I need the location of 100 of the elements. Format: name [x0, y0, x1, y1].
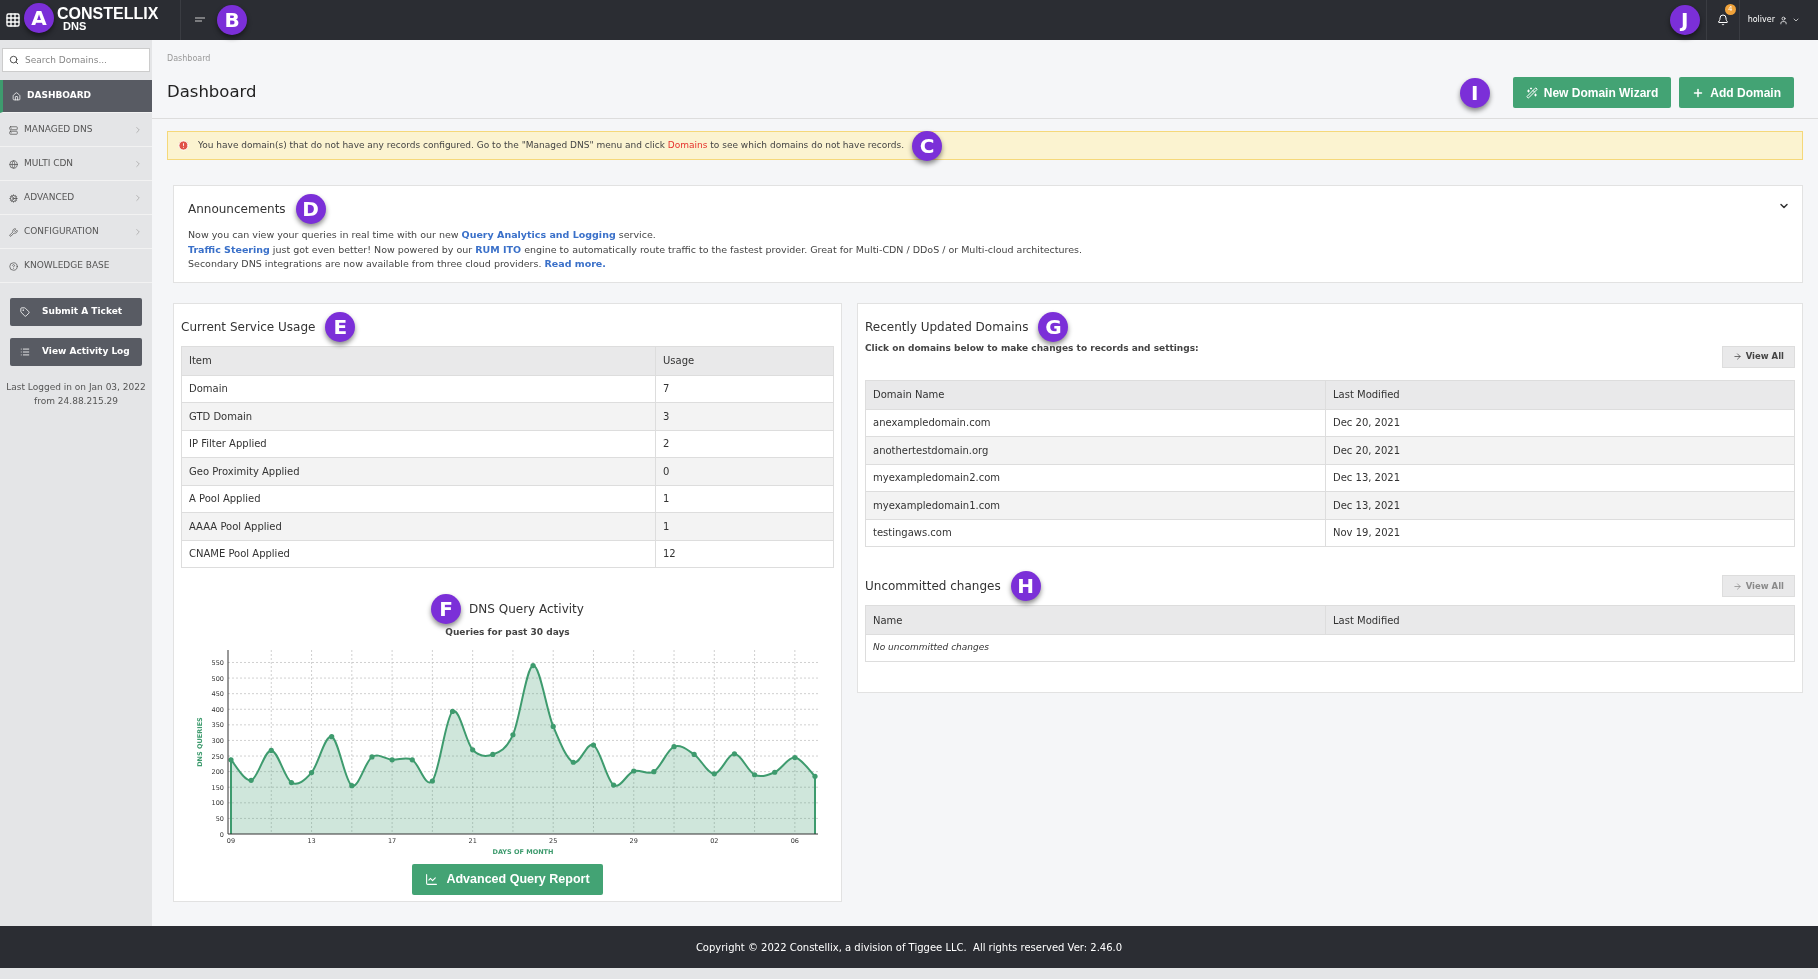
data-point — [308, 769, 314, 775]
column-header: Last Modified — [1325, 605, 1795, 635]
data-point — [630, 767, 636, 774]
data-point — [348, 782, 354, 788]
announcement-text: Now you can view your queries in real time with our new Query Analytics and Logging service. — [188, 228, 657, 242]
sidebar-item[interactable]: DASHBOARD — [0, 80, 152, 113]
data-point — [791, 754, 797, 760]
callout-badge: D — [295, 194, 326, 224]
search-field[interactable]: Search Domains... — [2, 48, 150, 72]
table-cell: anexampledomain.com — [865, 409, 1326, 437]
data-point — [811, 773, 818, 779]
callout-badge: A — [24, 3, 54, 33]
table-cell: GTD Domain — [181, 402, 656, 430]
menu-item-icon — [12, 91, 21, 101]
data-point — [771, 769, 777, 775]
data-point — [711, 770, 717, 776]
table-cell: 2 — [655, 430, 834, 458]
data-point — [529, 662, 536, 668]
announcement-text: Traffic Steering just got even better! Now powered by our RUM ITO engine to automatically route traffic to the fastest provider. Great for Multi-CDN / DDoS / or Multi-cloud architectures. — [188, 242, 1083, 257]
card-title: Uncommitted changes — [865, 578, 1001, 595]
data-point — [429, 777, 435, 784]
table-cell: Dec 13, 2021 — [1325, 491, 1795, 519]
column-header: Last Modified — [1325, 380, 1795, 409]
table-cell: testingaws.com — [865, 519, 1326, 547]
callout-badge: I — [1459, 77, 1490, 108]
table-cell: myexampledomain1.com — [865, 491, 1326, 519]
card-subtitle: Click on domains below to make changes to records and settings: — [865, 341, 1199, 355]
card-title: Announcements — [188, 201, 286, 218]
sidebar-button[interactable]: View Activity Log — [10, 338, 142, 366]
chevron-icon — [133, 159, 143, 169]
callout-badge: J — [1669, 5, 1700, 35]
column-header: Item — [181, 346, 656, 375]
data-point — [509, 731, 516, 737]
table-cell: Domain — [181, 375, 656, 403]
plus-icon — [1692, 86, 1705, 99]
announcement-text: Secondary DNS integrations are now available from three cloud providers. Read more. — [188, 257, 607, 271]
data-point — [469, 746, 475, 752]
domains-link[interactable]: Domains — [667, 139, 708, 150]
bell-icon[interactable] — [1716, 14, 1729, 26]
copyright-text: Copyright © 2022 Constellix, a division of Tiggee LLC. All rights reserved Ver: 2.46.0 — [695, 940, 1123, 955]
chevron-icon — [133, 227, 143, 237]
data-point — [328, 733, 334, 739]
data-point — [248, 777, 254, 783]
callout-badge: C — [912, 130, 943, 161]
table-cell: Nov 19, 2021 — [1325, 519, 1795, 547]
data-point — [449, 708, 455, 714]
callout-badge: G — [1038, 311, 1069, 342]
chevron-icon — [133, 125, 143, 135]
logo-subtext: DNS — [63, 20, 88, 33]
menu-item-icon — [9, 125, 18, 135]
data-point — [389, 756, 395, 762]
data-point — [550, 723, 556, 729]
link[interactable]: Traffic Steering — [188, 243, 270, 255]
link[interactable]: RUM ITO — [475, 243, 522, 255]
user-icon — [1779, 15, 1788, 25]
link[interactable]: Query Analytics and Logging — [461, 229, 616, 240]
data-point — [368, 753, 375, 760]
sidebar-button[interactable]: Submit A Ticket — [10, 298, 142, 326]
table-cell: 12 — [655, 540, 834, 568]
apps-grid-icon[interactable] — [5, 12, 21, 28]
data-point — [489, 751, 495, 757]
last-login-text: Last Logged in on Jan 03, 2022 — [6, 381, 146, 394]
data-point — [590, 742, 596, 748]
chart-subtitle: Queries for past 30 days — [445, 626, 570, 639]
menu-item-icon — [9, 227, 18, 237]
table-cell: 3 — [655, 402, 834, 430]
data-point — [610, 781, 616, 788]
wand-icon — [1525, 86, 1538, 99]
chart-title: DNS Query Activity — [469, 601, 584, 618]
data-point — [751, 771, 757, 777]
chart-icon — [425, 872, 439, 886]
link[interactable]: Read more. — [544, 258, 606, 269]
data-point — [691, 751, 697, 757]
column-header: Usage — [655, 346, 834, 375]
user-menu[interactable]: holiver — [1738, 0, 1808, 40]
empty-table-message: No uncommitted changes — [865, 634, 1795, 662]
table-cell: A Pool Applied — [181, 485, 656, 513]
table-cell: Dec 20, 2021 — [1325, 409, 1795, 437]
data-point — [570, 759, 576, 765]
card-title: Recently Updated Domains — [865, 318, 1029, 336]
last-login-text: from 24.88.215.29 — [34, 395, 118, 408]
column-header: Name — [865, 605, 1326, 635]
caret-icon — [1792, 16, 1800, 24]
menu-icon[interactable] — [195, 16, 205, 24]
arrow-icon — [1732, 352, 1742, 361]
table-cell: Geo Proximity Applied — [181, 457, 656, 485]
alert-message: You have domain(s) that do not have any records configured. Go to the "Managed DNS" menu and click Domains to see which domains do not have records. — [198, 138, 905, 152]
menu-item-icon — [9, 193, 18, 203]
column-header: Domain Name — [865, 380, 1326, 409]
data-point — [288, 779, 294, 785]
card-title: Current Service Usage — [181, 318, 316, 336]
table-cell: IP Filter Applied — [181, 430, 656, 458]
search-icon — [9, 55, 19, 65]
table-cell: CNAME Pool Applied — [181, 540, 656, 568]
chevron-icon — [133, 193, 143, 203]
data-point — [227, 756, 234, 762]
table-cell: 7 — [655, 375, 834, 403]
view-all-button[interactable]: View All — [1721, 345, 1795, 368]
table-cell: Dec 13, 2021 — [1325, 464, 1795, 492]
table-cell: Dec 20, 2021 — [1325, 436, 1795, 464]
